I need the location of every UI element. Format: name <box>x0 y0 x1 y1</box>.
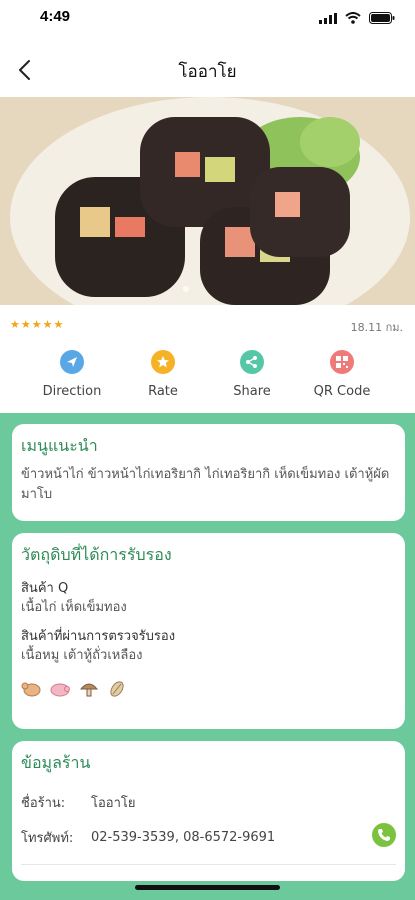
direction-button[interactable]: Direction <box>22 346 122 399</box>
detail-section: เมนูแนะนำ ข้าวหน้าไก่ ข้าวหน้าไก่เทอริยา… <box>0 413 415 900</box>
status-bar: 4:49 <box>0 0 415 40</box>
star-icon: ★ <box>31 318 42 331</box>
phone-label: โทรศัพท์: <box>21 831 74 846</box>
qr-code-label: QR Code <box>313 384 371 399</box>
recommended-menu-title: เมนูแนะนำ <box>21 436 98 455</box>
shop-photo <box>0 97 415 305</box>
recommended-menu-card: เมนูแนะนำ ข้าวหน้าไก่ ข้าวหน้าไก่เทอริยา… <box>12 424 405 521</box>
phone-value[interactable]: 02-539-3539, 08-6572-9691 <box>91 830 275 845</box>
share-button[interactable]: Share <box>202 346 302 399</box>
chicken-icon <box>21 682 41 697</box>
q-product-title: สินค้า Q <box>21 581 69 596</box>
inspected-product-title: สินค้าที่ผ่านการตรวจรับรอง <box>21 629 176 644</box>
direction-label: Direction <box>42 384 102 399</box>
bean-icon <box>110 681 124 697</box>
recommended-menu-text: ข้าวหน้าไก่ ข้าวหน้าไก่เทอริยากิ ไก่เทอร… <box>21 467 390 502</box>
star-icon: ★ <box>53 318 64 331</box>
home-indicator <box>135 885 280 890</box>
battery-icon <box>369 12 395 24</box>
rate-button[interactable]: Rate <box>113 346 213 399</box>
phone-icon <box>378 829 390 841</box>
certified-ingredients-card: วัตถุดิบที่ได้การรับรอง สินค้า Q เนื้อไก… <box>12 533 405 729</box>
navigation-icon <box>60 350 84 374</box>
ingredient-icons <box>21 680 396 698</box>
signal-icon <box>319 12 337 24</box>
qr-code-icon <box>330 350 354 374</box>
shop-name-value: โออาโย <box>91 796 136 811</box>
share-label: Share <box>233 384 271 399</box>
divider <box>21 864 396 865</box>
page-title: โออาโย <box>178 62 237 82</box>
certified-ingredients-title: วัตถุดิบที่ได้การรับรอง <box>21 545 172 564</box>
action-bar: Direction Rate Share QR Code <box>0 346 415 406</box>
nav-bar: โออาโย <box>0 44 415 96</box>
status-time: 4:49 <box>40 8 71 25</box>
phone-row: โทรศัพท์: 02-539-3539, 08-6572-9691 <box>21 823 396 848</box>
star-icon: ★ <box>20 318 31 331</box>
qr-code-button[interactable]: QR Code <box>292 346 392 399</box>
call-button[interactable] <box>372 823 396 847</box>
q-product-text: เนื้อไก่ เห็ดเข็มทอง <box>21 600 127 615</box>
star-icon: ★ <box>42 318 53 331</box>
distance-text: 18.11 กม. <box>350 321 403 334</box>
shop-info-card: ข้อมูลร้าน ชื่อร้าน: โออาโย โทรศัพท์: 02… <box>12 741 405 881</box>
shop-info-title: ข้อมูลร้าน <box>21 753 91 772</box>
star-icon <box>151 350 175 374</box>
status-icons <box>319 12 395 24</box>
rating-stars: ★ ★ ★ ★ ★ <box>10 319 63 331</box>
mushroom-icon <box>79 683 99 697</box>
star-icon: ★ <box>10 318 20 331</box>
shop-name-label: ชื่อร้าน: <box>21 796 66 811</box>
shop-name-row: ชื่อร้าน: โออาโย <box>21 792 396 813</box>
share-icon <box>240 350 264 374</box>
rate-label: Rate <box>148 384 178 399</box>
wifi-icon <box>345 12 361 24</box>
sushi-rolls-image <box>0 97 415 305</box>
inspected-product-text: เนื้อหมู เต้าหู้ถั่วเหลือง <box>21 648 143 663</box>
pig-icon <box>50 683 70 697</box>
